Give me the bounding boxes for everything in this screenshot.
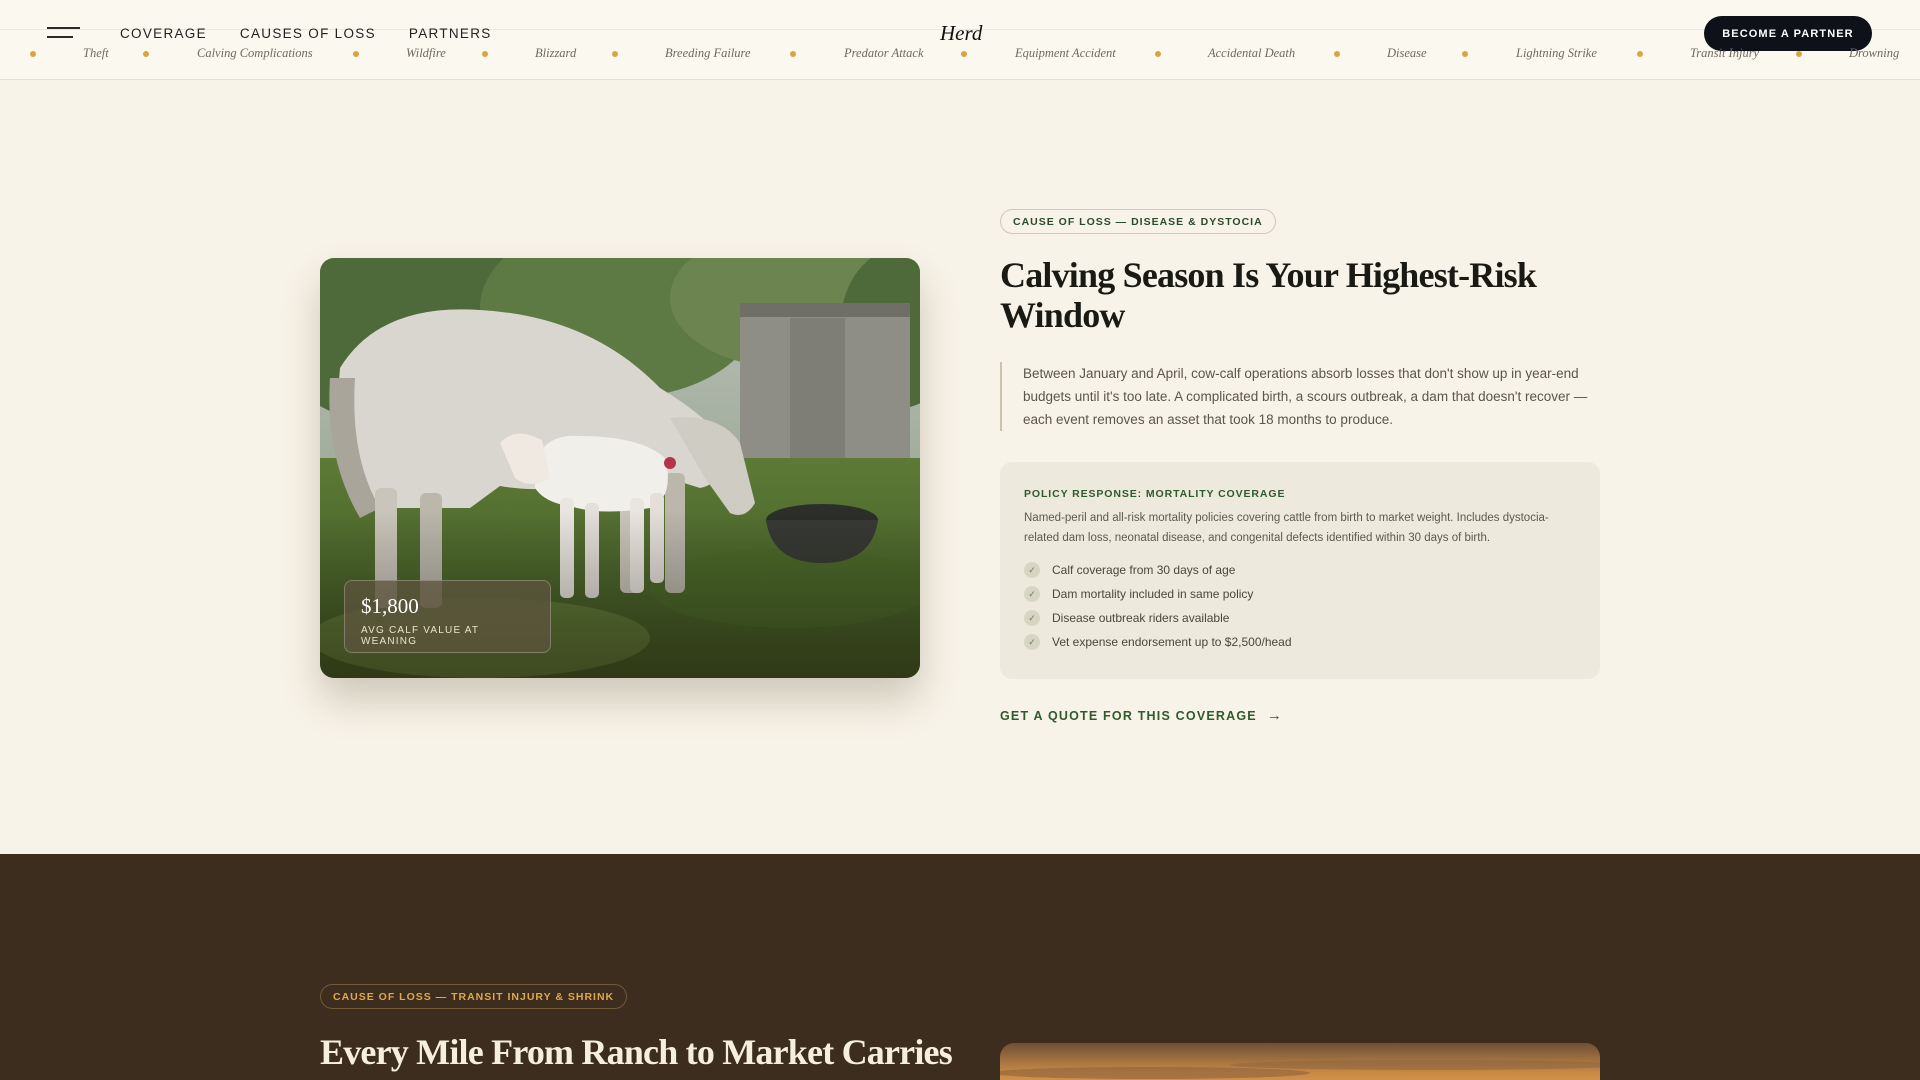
main-nav: COVERAGE CAUSES OF LOSS PARTNERS [120,26,492,41]
get-quote-label: GET A QUOTE FOR THIS COVERAGE [1000,708,1257,723]
ticker-item-lightning-strike: Lightning Strike [1516,46,1597,60]
arrow-right-icon: → [1266,707,1284,724]
sunset-image [1000,1043,1600,1080]
nav-causes-of-loss[interactable]: CAUSES OF LOSS [240,26,376,41]
checklist-item-text: Calf coverage from 30 days of age [1052,563,1236,577]
ticker-dot [482,51,488,57]
get-quote-link[interactable]: GET A QUOTE FOR THIS COVERAGE → [1000,707,1283,724]
ticker-dot [1334,51,1340,57]
stat-label: AVG CALF VALUE AT WEANING [361,625,480,647]
ticker-item-accidental-death: Accidental Death [1208,46,1296,60]
check-icon: ✓ [1024,586,1040,602]
checklist-item: ✓ Disease outbreak riders available [1024,606,1576,630]
check-icon: ✓ [1024,634,1040,650]
cause-of-loss-tag-transit: CAUSE OF LOSS — TRANSIT INJURY & SHRINK [320,984,628,1009]
ticker-item-transit-injury: Transit Injury [1690,46,1760,60]
ticker-item-calving-complications: Calving Complications [197,46,313,60]
menu-icon[interactable] [47,27,80,39]
section-heading: Calving Season Is Your Highest-Risk Wind… [1000,255,1537,335]
nav-coverage[interactable]: COVERAGE [120,26,207,41]
causes-ticker: Theft Calving Complications Wildfire Bli… [0,46,1920,64]
ticker-dot [30,51,36,57]
ticker-dot [612,51,618,57]
ticker-dot [1796,51,1802,57]
ticker-dot [1155,51,1161,57]
ticker-item-breeding-failure: Breeding Failure [665,46,751,60]
section-quote: Between January and April, cow-calf oper… [1000,362,1600,431]
ticker-item-theft: Theft [83,46,109,60]
checklist-item: ✓ Dam mortality included in same policy [1024,582,1576,606]
coverage-checklist: ✓ Calf coverage from 30 days of age ✓ Dam … [1024,558,1576,654]
ticker-item-wildfire: Wildfire [406,46,446,60]
ticker-dot [961,51,967,57]
site-header: COVERAGE CAUSES OF LOSS PARTNERS Herd BE… [0,0,1920,80]
ticker-item-equipment-accident: Equipment Accident [1015,46,1116,60]
ticker-item-disease: Disease [1387,46,1427,60]
check-icon: ✓ [1024,610,1040,626]
transit-heading: Every Mile From Ranch to Market Carries [320,1032,953,1072]
calf-value-stat: $1,800 AVG CALF VALUE AT WEANING [344,580,551,653]
ticker-dot [790,51,796,57]
policy-response-box: POLICY RESPONSE: MORTALITY COVERAGE Name… [1000,462,1600,679]
checklist-item: ✓ Calf coverage from 30 days of age [1024,558,1576,582]
check-icon: ✓ [1024,562,1040,578]
sunset-photo [1000,1043,1600,1080]
nav-partners[interactable]: PARTNERS [409,26,492,41]
checklist-item: ✓ Vet expense endorsement up to $2,500/he… [1024,630,1576,654]
checklist-item-text: Dam mortality included in same policy [1052,587,1254,601]
ticker-item-predator-attack: Predator Attack [844,46,924,60]
policy-description: Named-peril and all-risk mortality polic… [1024,512,1549,544]
stat-value: $1,800 [361,594,419,618]
checklist-item-text: Vet expense endorsement up to $2,500/hea… [1052,635,1292,649]
ticker-dot [143,51,149,57]
cause-of-loss-tag: CAUSE OF LOSS — DISEASE & DYSTOCIA [1000,209,1276,234]
ticker-item-drowning: Drowning [1849,46,1900,60]
ticker-dot [353,51,359,57]
ticker-item-blizzard: Blizzard [535,46,577,60]
ticker-dot [1637,51,1643,57]
ticker-dot [1462,51,1468,57]
site-logo[interactable]: Herd [940,21,982,46]
policy-title: POLICY RESPONSE: MORTALITY COVERAGE [1024,488,1286,500]
checklist-item-text: Disease outbreak riders available [1052,611,1230,625]
